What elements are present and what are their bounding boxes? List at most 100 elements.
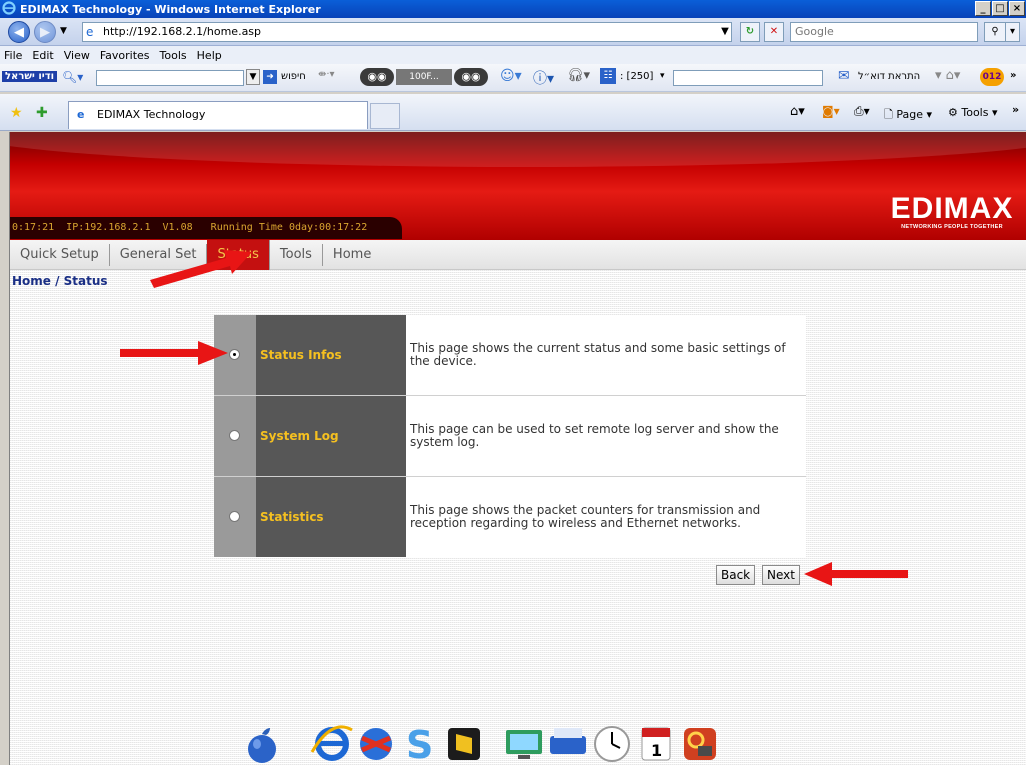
nav-quick-setup[interactable]: Quick Setup — [10, 244, 110, 266]
back-icon[interactable]: ◀ — [8, 21, 30, 43]
tab-bar: ★ ✚ e EDIMAX Technology ⌂▾ ◙▾ ⎙▾ 🗋︎ Page… — [0, 94, 1026, 131]
menu-tools[interactable]: Tools — [160, 49, 187, 62]
router-status-line: 0:17:21 IP:192.168.2.1 V1.08 Running Tim… — [10, 217, 402, 239]
menu-favorites[interactable]: Favorites — [100, 49, 150, 62]
forward-icon[interactable]: ▶ — [34, 21, 56, 43]
header-shine — [10, 132, 1026, 167]
radio-statistics[interactable] — [229, 511, 240, 522]
monitor-icon[interactable] — [502, 722, 546, 765]
page-menu-label: Page — [896, 108, 923, 121]
menu-edit[interactable]: Edit — [32, 49, 53, 62]
player-next-icon[interactable]: ◉◉ — [454, 68, 488, 86]
tools-menu[interactable]: ⚙ Tools ▾ — [948, 106, 998, 119]
search-options-icon[interactable]: ▾ — [1006, 22, 1020, 42]
tab-edimax[interactable]: e EDIMAX Technology — [68, 101, 368, 129]
search-placeholder: Google — [795, 25, 834, 38]
window-titlebar: EDIMAX Technology - Windows Internet Exp… — [0, 0, 1026, 18]
router-header: 0:17:21 IP:192.168.2.1 V1.08 Running Tim… — [10, 132, 1026, 240]
option-radio-cell — [214, 477, 256, 557]
logo-text: EDIMAX — [890, 192, 1014, 225]
search-input[interactable]: Google — [790, 22, 978, 42]
toolbar-search-icon[interactable]: 🔍︎▾ — [62, 70, 83, 84]
zoom-display[interactable]: 100F... — [396, 69, 452, 85]
skype-icon[interactable]: S — [398, 722, 442, 765]
refresh-icon[interactable]: ↻ — [740, 22, 760, 42]
maximize-button[interactable]: □ — [992, 1, 1008, 16]
back-button[interactable]: Back — [716, 565, 756, 585]
window-left-border — [0, 132, 10, 765]
option-row-system-log: System Log This page can be used to set … — [214, 396, 806, 476]
breadcrumb: Home / Status — [12, 274, 108, 288]
counter-icon[interactable]: ☷ — [600, 68, 616, 84]
toolbar-search-label[interactable]: חיפוש — [281, 71, 306, 82]
info-icon[interactable]: ⓘ▾ — [533, 68, 554, 88]
scanner-icon[interactable] — [546, 722, 590, 765]
mail-app-icon[interactable] — [354, 722, 398, 765]
toolbar-go-icon[interactable]: ➜ — [263, 70, 277, 84]
extras-icon[interactable]: ▾ ⌂▾ — [935, 68, 960, 83]
page-menu[interactable]: 🗋︎ Page ▾ — [884, 106, 932, 125]
radio-system-log[interactable] — [229, 430, 240, 441]
toolbar-overflow-icon[interactable]: » — [1010, 70, 1016, 81]
apple-icon[interactable] — [240, 722, 284, 765]
annotation-arrow-next — [804, 562, 908, 586]
close-button[interactable]: × — [1009, 1, 1025, 16]
next-button[interactable]: Next — [762, 565, 800, 585]
feeds-icon[interactable]: ◙▾ — [822, 104, 840, 118]
clock-icon[interactable] — [590, 722, 634, 765]
calendar-icon[interactable]: 1 — [634, 722, 678, 765]
player-prev-icon[interactable]: ◉◉ — [360, 68, 394, 86]
dock-bar: S 1 — [240, 722, 800, 765]
address-bar: ◀ ▶ ▼ e http://192.168.2.1/home.asp ▼ ↻ … — [0, 18, 1026, 46]
toolbar-logo[interactable]: ודיו ישראל — [2, 71, 58, 82]
notes-app-icon[interactable] — [442, 722, 486, 765]
menu-bar: File Edit View Favorites Tools Help — [0, 46, 1026, 64]
menu-file[interactable]: File — [4, 49, 22, 62]
radio-status-infos[interactable] — [229, 349, 240, 360]
annotation-arrow-status-infos — [120, 341, 228, 365]
toolbar-text-input[interactable] — [673, 70, 823, 86]
add-favorite-icon[interactable]: ✚ — [36, 105, 48, 121]
option-description: This page shows the packet counters for … — [406, 477, 806, 557]
url-text: http://192.168.2.1/home.asp — [103, 25, 262, 38]
commandbar-overflow-icon[interactable]: » — [1012, 103, 1019, 116]
home-icon[interactable]: ⌂▾ — [790, 104, 805, 119]
new-tab-button[interactable] — [370, 103, 400, 129]
system-preferences-icon[interactable] — [678, 722, 722, 765]
tools-menu-label: Tools — [961, 106, 989, 119]
option-label: Statistics — [256, 477, 406, 557]
counter-dropdown-icon[interactable]: ▾ — [660, 71, 665, 81]
option-row-statistics: Statistics This page shows the packet co… — [214, 477, 806, 557]
mail-alerts-label[interactable]: התראת דוא״ל — [858, 71, 920, 82]
tab-favicon-icon: e — [77, 108, 85, 121]
print-icon[interactable]: ⎙▾ — [854, 104, 870, 119]
addon-toolbar: ודיו ישראל 🔍︎▾ ▼ ➜ חיפוש ⇼·▾ ◉◉ 100F... … — [0, 64, 1026, 92]
toolbar-search-input[interactable] — [96, 70, 244, 86]
toolbar-search-dropdown-icon[interactable]: ▼ — [246, 69, 260, 85]
menu-view[interactable]: View — [64, 49, 90, 62]
window-title: EDIMAX Technology - Windows Internet Exp… — [20, 2, 321, 16]
option-row-status-infos: Status Infos This page shows the current… — [214, 315, 806, 395]
favorites-star-icon[interactable]: ★ — [10, 105, 23, 121]
brand-badge[interactable]: 012 — [980, 68, 1004, 86]
edimax-logo: EDIMAX NETWORKING PEOPLE TOGETHER — [882, 192, 1022, 231]
stop-icon[interactable]: ✕ — [764, 22, 784, 42]
url-dropdown-icon[interactable]: ▼ — [718, 23, 732, 41]
radio-icon[interactable]: 🎧︎▾ — [567, 68, 590, 83]
search-icon[interactable]: ⚲ — [984, 22, 1006, 42]
messenger-icon[interactable]: ☺▾ — [500, 68, 522, 84]
nav-home[interactable]: Home — [323, 244, 381, 266]
internet-explorer-icon[interactable] — [310, 722, 354, 765]
tab-title: EDIMAX Technology — [97, 108, 206, 121]
history-dropdown-icon[interactable]: ▼ — [60, 26, 67, 36]
svg-text:S: S — [406, 723, 433, 765]
svg-text:1: 1 — [651, 741, 662, 760]
nav-tools[interactable]: Tools — [270, 244, 323, 266]
status-options-card: Status Infos This page shows the current… — [214, 315, 806, 557]
minimize-button[interactable]: _ — [975, 1, 991, 16]
url-input[interactable]: e http://192.168.2.1/home.asp — [82, 22, 732, 42]
menu-help[interactable]: Help — [197, 49, 222, 62]
mail-icon[interactable]: ✉ — [838, 68, 850, 84]
highlight-icon[interactable]: ⇼·▾ — [318, 69, 335, 80]
option-radio-cell — [214, 396, 256, 476]
